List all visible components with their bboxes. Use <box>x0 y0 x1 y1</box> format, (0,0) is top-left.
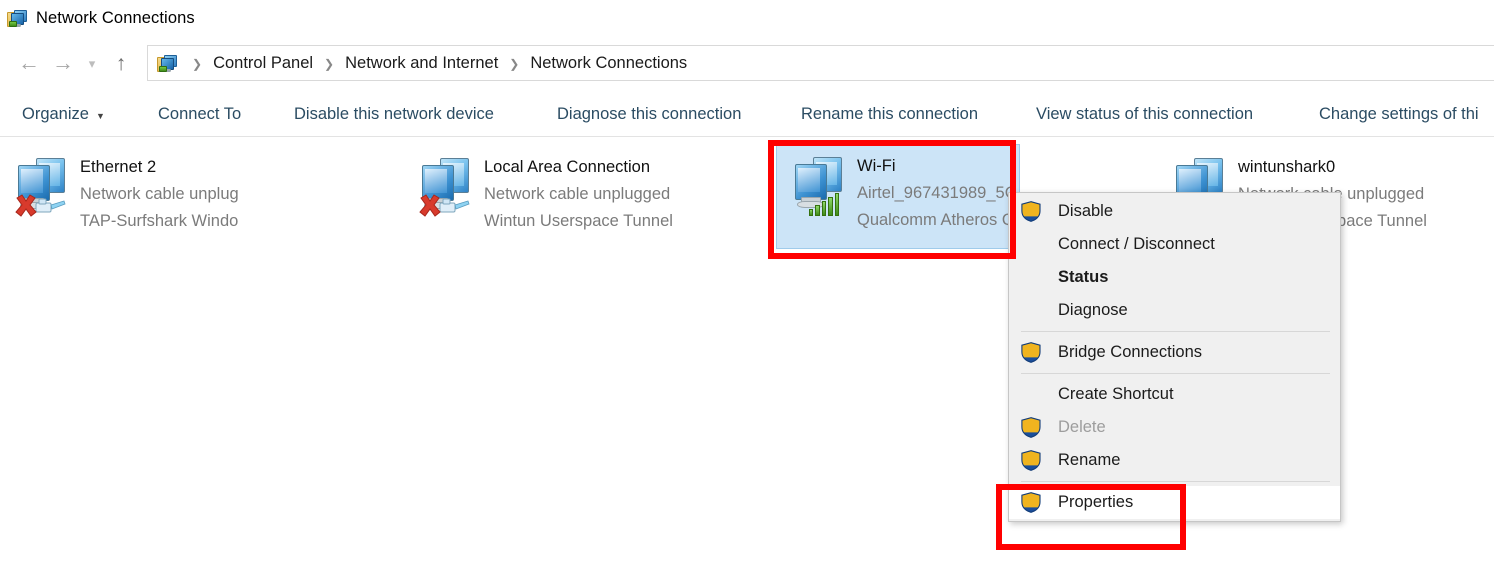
uac-shield-icon <box>1021 492 1041 513</box>
menu-item-label: Create Shortcut <box>1058 385 1174 403</box>
breadcrumb-separator-icon: ❯ <box>192 57 203 71</box>
uac-shield-icon <box>1021 201 1041 222</box>
breadcrumb-item-network-and-internet[interactable]: Network and Internet <box>343 54 500 73</box>
menu-item-delete: Delete <box>1009 411 1340 444</box>
chevron-down-icon[interactable]: ▾ <box>80 46 104 80</box>
network-connections-icon <box>7 8 27 28</box>
breadcrumb-item-control-panel[interactable]: Control Panel <box>211 54 315 73</box>
arrow-right-icon[interactable]: → <box>46 46 80 80</box>
menu-separator <box>1021 331 1330 332</box>
connection-device: TAP-Surfshark Windows Adapter ... <box>80 212 238 230</box>
menu-item-label: Connect / Disconnect <box>1058 235 1215 253</box>
menu-item-bridge-connections[interactable]: Bridge Connections <box>1009 336 1340 369</box>
command-view-status-of-this-connection[interactable]: View status of this connection <box>1036 93 1253 136</box>
connection-item-ethernet-2[interactable]: Ethernet 2 Network cable unplugged TAP-S… <box>0 146 242 232</box>
connection-name: Wi-Fi <box>857 157 896 175</box>
command-rename-this-connection[interactable]: Rename this connection <box>801 93 978 136</box>
context-menu: Disable Connect / Disconnect Status Diag… <box>1008 192 1341 522</box>
wifi-signal-bars-icon <box>809 192 840 217</box>
wifi-adapter-connected-icon <box>791 155 851 217</box>
menu-item-label: Bridge Connections <box>1058 343 1203 361</box>
command-organize[interactable]: Organize ▼ <box>22 93 105 136</box>
command-connect-to[interactable]: Connect To <box>158 93 241 136</box>
connection-item-wi-fi[interactable]: Wi-Fi Airtel_967431989_5GHz Qualcomm Ath… <box>776 144 1020 249</box>
command-disable-this-network-device[interactable]: Disable this network device <box>294 93 494 136</box>
menu-item-label: Status <box>1058 268 1109 286</box>
chevron-down-icon: ▼ <box>95 110 105 121</box>
connection-status: Airtel_967431989_5GHz <box>857 184 1015 202</box>
menu-item-disable[interactable]: Disable <box>1009 195 1340 228</box>
breadcrumb-network-connections-icon <box>157 53 177 73</box>
address-bar: ← → ▾ ↑ ❯ Control Panel ❯ Network and In… <box>0 36 1494 90</box>
menu-item-label: Diagnose <box>1058 301 1128 319</box>
connection-name: Local Area Connection <box>484 158 651 176</box>
menu-item-status[interactable]: Status <box>1009 261 1340 294</box>
menu-item-label: Rename <box>1058 451 1121 469</box>
uac-shield-icon <box>1021 450 1041 471</box>
menu-separator <box>1021 373 1330 374</box>
command-bar: Organize ▼ Connect To Disable this netwo… <box>0 93 1494 137</box>
breadcrumb[interactable]: ❯ Control Panel ❯ Network and Internet ❯… <box>147 45 1494 81</box>
connection-name: wintunshark0 <box>1238 158 1336 176</box>
connection-status: Network cable unplugged <box>484 185 671 203</box>
menu-item-diagnose[interactable]: Diagnose <box>1009 294 1340 327</box>
breadcrumb-separator-icon: ❯ <box>324 57 335 71</box>
connection-item-local-area-connection[interactable]: Local Area Connection Network cable unpl… <box>404 146 704 232</box>
window-title-bar: Network Connections <box>0 0 1494 36</box>
menu-item-properties[interactable]: Properties <box>1009 486 1340 519</box>
arrow-up-icon[interactable]: ↑ <box>104 46 138 80</box>
menu-item-label: Properties <box>1058 493 1134 511</box>
connection-name: Ethernet 2 <box>80 158 157 176</box>
connection-device: Qualcomm Atheros QCA9377 Wire... <box>857 211 1015 229</box>
menu-item-rename[interactable]: Rename <box>1009 444 1340 477</box>
menu-separator <box>1021 481 1330 482</box>
menu-item-label: Disable <box>1058 202 1114 220</box>
error-x-icon <box>418 194 441 218</box>
command-change-settings[interactable]: Change settings of thi <box>1319 93 1479 136</box>
arrow-left-icon[interactable]: ← <box>12 46 46 80</box>
command-diagnose-this-connection[interactable]: Diagnose this connection <box>557 93 741 136</box>
connection-device: Wintun Userspace Tunnel <box>484 212 673 230</box>
ethernet-adapter-disconnected-icon <box>14 156 74 218</box>
menu-item-label: Delete <box>1058 418 1106 436</box>
connection-status: Network cable unplugged <box>80 185 238 203</box>
window-title: Network Connections <box>36 8 195 27</box>
menu-item-connect-disconnect[interactable]: Connect / Disconnect <box>1009 228 1340 261</box>
uac-shield-icon <box>1021 417 1041 438</box>
uac-shield-icon <box>1021 342 1041 363</box>
breadcrumb-item-network-connections[interactable]: Network Connections <box>528 54 689 73</box>
menu-item-create-shortcut[interactable]: Create Shortcut <box>1009 378 1340 411</box>
error-x-icon <box>14 194 37 218</box>
ethernet-adapter-disconnected-icon <box>418 156 478 218</box>
breadcrumb-separator-icon: ❯ <box>509 57 520 71</box>
command-organize-label: Organize <box>22 105 89 123</box>
